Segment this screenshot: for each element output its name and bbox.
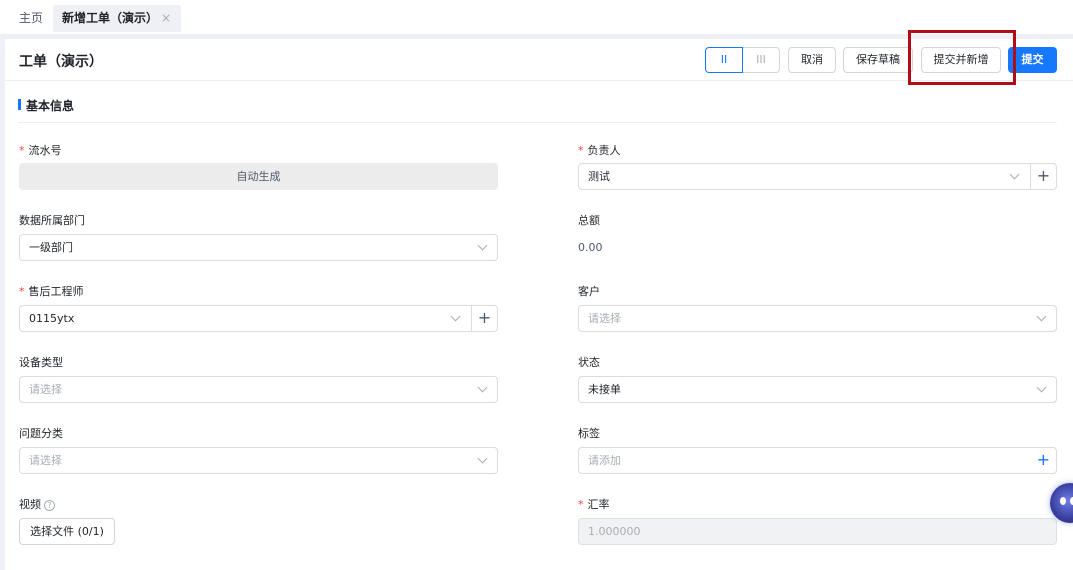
choose-file-button[interactable]: 选择文件 (0/1) bbox=[19, 518, 115, 545]
tags-placeholder: 请添加 bbox=[588, 454, 621, 467]
department-value: 一级部门 bbox=[29, 241, 73, 254]
department-label: 数据所属部门 bbox=[19, 214, 85, 227]
engineer-value: 0115ytx bbox=[29, 312, 75, 325]
issue-category-label: 问题分类 bbox=[19, 427, 63, 440]
help-icon[interactable]: ? bbox=[44, 500, 55, 511]
section-accent-bar bbox=[18, 99, 21, 110]
layout-toggle: II III bbox=[705, 47, 782, 73]
section-title-text: 基本信息 bbox=[26, 99, 75, 113]
status-label: 状态 bbox=[578, 356, 600, 369]
add-tag-icon[interactable]: + bbox=[1037, 448, 1050, 471]
issue-category-placeholder: 请选择 bbox=[29, 454, 62, 467]
chevron-down-icon bbox=[1036, 311, 1047, 322]
serial-value: 自动生成 bbox=[236, 170, 281, 183]
chevron-down-icon bbox=[477, 382, 488, 393]
engineer-label-text: 售后工程师 bbox=[28, 285, 84, 298]
owner-value: 测试 bbox=[588, 170, 610, 183]
exchange-rate-value: 1.000000 bbox=[588, 525, 641, 538]
exchange-rate-label-text: 汇率 bbox=[587, 498, 610, 511]
device-type-select[interactable]: 请选择 bbox=[19, 376, 498, 403]
two-column-layout-button[interactable]: II bbox=[705, 47, 743, 73]
form-header: 工单（演示） II III 取消 保存草稿 提交并新增 提交 bbox=[5, 30, 1073, 85]
video-label-text: 视频 bbox=[19, 498, 41, 511]
section-title: 基本信息 bbox=[18, 97, 74, 114]
form-card: 工单（演示） II III 取消 保存草稿 提交并新增 提交 基本信息 * 流水号… bbox=[5, 30, 1073, 570]
status-value: 未接单 bbox=[588, 383, 621, 396]
video-label: 视频? bbox=[19, 496, 55, 512]
required-mark: * bbox=[19, 144, 25, 157]
required-mark: * bbox=[578, 498, 584, 511]
engineer-select[interactable]: 0115ytx + bbox=[19, 305, 498, 332]
chevron-down-icon bbox=[477, 240, 488, 251]
page-title: 工单（演示） bbox=[19, 54, 103, 70]
save-draft-button[interactable]: 保存草稿 bbox=[843, 47, 913, 73]
chevron-down-icon bbox=[1009, 169, 1020, 180]
tags-label: 标签 bbox=[578, 427, 600, 440]
close-icon[interactable]: × bbox=[161, 5, 171, 32]
robot-eye bbox=[1060, 497, 1066, 505]
section-divider bbox=[18, 122, 1057, 123]
chevron-down-icon bbox=[1036, 382, 1047, 393]
owner-select[interactable]: 测试 + bbox=[578, 163, 1057, 190]
chevron-down-icon bbox=[477, 453, 488, 464]
tab-new-work-order-label: 新增工单（演示） bbox=[62, 11, 159, 25]
tags-input[interactable]: 请添加 + bbox=[578, 447, 1057, 474]
highlight-annotation bbox=[908, 30, 1016, 85]
issue-category-select[interactable]: 请选择 bbox=[19, 447, 498, 474]
exchange-rate-field: 1.000000 bbox=[578, 518, 1057, 545]
owner-label-text: 负责人 bbox=[587, 144, 621, 157]
tab-home[interactable]: 主页 bbox=[9, 5, 53, 32]
cancel-button[interactable]: 取消 bbox=[788, 47, 836, 73]
serial-field: 自动生成 bbox=[19, 163, 498, 190]
required-mark: * bbox=[578, 144, 584, 157]
device-type-placeholder: 请选择 bbox=[29, 383, 62, 396]
department-select[interactable]: 一级部门 bbox=[19, 234, 498, 261]
status-select[interactable]: 未接单 bbox=[578, 376, 1057, 403]
serial-label-text: 流水号 bbox=[28, 144, 62, 157]
owner-label: * 负责人 bbox=[578, 142, 621, 158]
engineer-label: * 售后工程师 bbox=[19, 283, 84, 299]
three-column-layout-button[interactable]: III bbox=[742, 47, 780, 73]
device-type-label: 设备类型 bbox=[19, 356, 63, 369]
add-engineer-button[interactable]: + bbox=[471, 306, 497, 331]
customer-placeholder: 请选择 bbox=[588, 312, 621, 325]
chevron-down-icon bbox=[450, 311, 461, 322]
tab-new-work-order[interactable]: 新增工单（演示） × bbox=[53, 5, 181, 32]
customer-label: 客户 bbox=[578, 285, 600, 298]
serial-label: * 流水号 bbox=[19, 142, 62, 158]
customer-select[interactable]: 请选择 bbox=[578, 305, 1057, 332]
total-value: 0.00 bbox=[578, 241, 603, 254]
exchange-rate-label: * 汇率 bbox=[578, 496, 610, 512]
tab-bar: 主页 新增工单（演示） × bbox=[0, 0, 1073, 34]
required-mark: * bbox=[19, 285, 25, 298]
add-owner-button[interactable]: + bbox=[1030, 164, 1056, 189]
total-label: 总额 bbox=[578, 214, 600, 227]
